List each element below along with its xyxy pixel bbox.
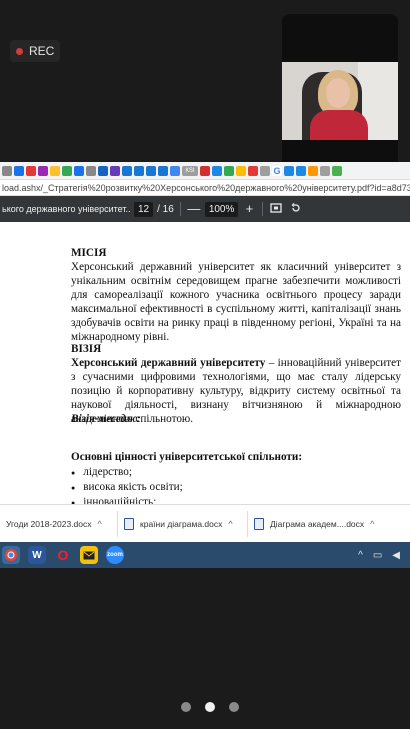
bookmark-icon[interactable]	[146, 165, 156, 176]
bookmark-icon[interactable]	[98, 165, 108, 176]
toolbar-divider	[179, 202, 181, 216]
bookmarks-bar: КSI G	[0, 162, 410, 180]
bullet-icon: ●	[71, 484, 76, 492]
toolbar-divider	[262, 202, 264, 216]
page-dot[interactable]	[181, 702, 191, 712]
tray-chevron-icon[interactable]: ^	[358, 550, 363, 561]
vision-heading: ВІЗІЯ	[71, 343, 102, 355]
taskbar: W O zoom ^ ▭ ◀	[0, 542, 410, 568]
video-person-face	[326, 78, 350, 108]
bullet-icon: ●	[71, 469, 76, 477]
vision-message: Візія-меседж:	[71, 412, 140, 426]
mission-text-body: Херсонський державний університет як кла…	[71, 261, 401, 343]
chevron-up-icon[interactable]: ^	[98, 519, 102, 529]
participant-video[interactable]	[282, 14, 398, 170]
values-item: ● висока якість освіти;	[71, 480, 183, 495]
bookmark-icon[interactable]	[170, 165, 180, 176]
bookmark-icon[interactable]	[86, 165, 96, 176]
word-doc-icon	[254, 517, 264, 530]
page-indicator	[181, 702, 239, 712]
zoom-in-button[interactable]: +	[242, 202, 256, 216]
bookmark-icon[interactable]	[320, 165, 330, 176]
download-item[interactable]: країни діаграма.docx ^	[118, 510, 248, 537]
page-number-input[interactable]: 12	[134, 201, 154, 217]
rec-indicator: REC	[10, 40, 60, 62]
bookmark-icon[interactable]	[224, 165, 234, 176]
page-dot[interactable]	[229, 702, 239, 712]
values-item-text: інноваційність;	[83, 496, 157, 504]
bookmark-icon[interactable]	[200, 165, 210, 176]
bookmark-icon[interactable]	[284, 165, 294, 176]
pdf-page: МІСІЯ Херсонський державний університет …	[0, 222, 410, 504]
pdf-title: ького державного університет...	[2, 204, 130, 214]
download-name: Діаграма академ....docx	[270, 518, 365, 529]
values-item: ● інноваційність;	[71, 495, 156, 504]
bookmark-icon[interactable]	[122, 165, 132, 176]
bookmark-icon[interactable]	[14, 165, 24, 176]
mail-icon[interactable]	[80, 546, 98, 564]
bookmark-icon[interactable]	[236, 165, 246, 176]
bookmark-icon[interactable]	[308, 165, 318, 176]
zoom-out-button[interactable]: —	[187, 202, 201, 216]
zoom-level[interactable]: 100%	[204, 201, 239, 217]
values-item-text: висока якість освіти;	[83, 481, 183, 493]
values-item: ● лідерство;	[71, 465, 132, 480]
bookmark-icon[interactable]	[62, 165, 72, 176]
start-icon[interactable]	[2, 546, 20, 564]
bookmark-icon[interactable]	[110, 165, 120, 176]
system-tray: ^ ▭ ◀	[358, 550, 410, 561]
download-item[interactable]: Діаграма академ....docx ^	[248, 511, 398, 537]
page-current: 12	[138, 203, 150, 215]
bookmark-icon[interactable]	[38, 165, 48, 176]
download-name: країни діаграма.docx	[140, 518, 223, 529]
zoom-level-text: 100%	[208, 203, 235, 215]
zoom-app-icon[interactable]: zoom	[106, 546, 124, 564]
bookmark-icon[interactable]	[296, 165, 306, 176]
bookmark-icon[interactable]	[212, 165, 222, 176]
shared-screen: КSI G load.ashx/_Стратегія%20розвитку%20Х…	[0, 162, 410, 542]
rec-label: REC	[29, 44, 55, 58]
tray-display-icon[interactable]: ▭	[373, 550, 382, 561]
mission-text: Херсонський державний університет як кла…	[71, 260, 401, 344]
rotate-icon[interactable]	[289, 202, 303, 217]
values-heading-text: Основні цінності університетської спільн…	[71, 451, 299, 463]
address-bar[interactable]: load.ashx/_Стратегія%20розвитку%20Херсон…	[0, 180, 410, 196]
word-icon[interactable]: W	[28, 546, 46, 564]
vision-message-label: Візія-меседж	[71, 413, 137, 425]
bookmark-icon[interactable]	[260, 165, 270, 176]
pdf-toolbar: ького державного університет... 12 / 16 …	[0, 196, 410, 222]
download-item[interactable]: Угоди 2018-2023.docx ^	[0, 510, 118, 537]
bookmark-icon[interactable]	[158, 165, 168, 176]
values-heading: Основні цінності університетської спільн…	[71, 450, 302, 464]
download-name: Угоди 2018-2023.docx	[6, 518, 92, 529]
bookmark-icon[interactable]	[74, 165, 84, 176]
fit-page-icon[interactable]	[269, 202, 283, 217]
tray-volume-icon[interactable]: ◀	[392, 550, 400, 561]
rec-dot-icon	[16, 47, 23, 55]
video-person-body	[310, 110, 368, 140]
bookmark-icon[interactable]	[248, 165, 258, 176]
values-item-text: лідерство;	[83, 466, 132, 478]
bookmark-icon[interactable]	[2, 165, 12, 176]
bookmark-icon[interactable]: G	[272, 165, 282, 176]
chevron-up-icon[interactable]: ^	[228, 519, 232, 529]
bookmark-icon[interactable]	[134, 165, 144, 176]
bookmark-icon[interactable]	[332, 165, 342, 176]
participant-video-frame	[282, 62, 398, 140]
chevron-up-icon[interactable]: ^	[370, 519, 374, 529]
word-doc-icon	[124, 517, 134, 530]
vision-subject: Херсонський державний університету	[71, 357, 266, 369]
mission-heading: МІСІЯ	[71, 247, 107, 259]
vision-message-colon: :	[136, 413, 141, 425]
opera-icon[interactable]: O	[54, 546, 72, 564]
downloads-bar: Угоди 2018-2023.docx ^ країни діаграма.d…	[0, 504, 410, 542]
bookmark-icon[interactable]	[50, 165, 60, 176]
values-heading-colon: :	[298, 451, 303, 463]
bookmark-icon[interactable]: КSI	[182, 165, 198, 176]
url-text: load.ashx/_Стратегія%20розвитку%20Херсон…	[2, 183, 410, 193]
page-dot-active[interactable]	[205, 702, 215, 712]
bookmark-icon[interactable]	[26, 165, 36, 176]
page-total: / 16	[157, 203, 174, 215]
